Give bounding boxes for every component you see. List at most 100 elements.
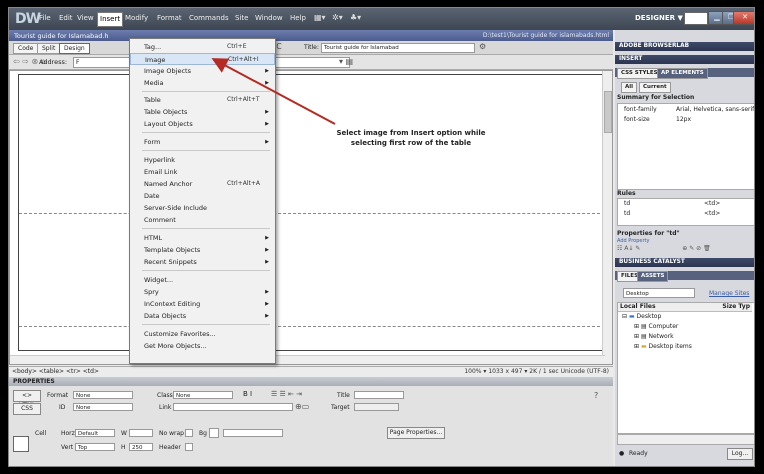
menu-item-incontext-editing[interactable]: InContext Editing ▶ [130,298,275,310]
menu-commands[interactable]: Commands [189,14,229,22]
bg-color-input[interactable] [223,429,283,437]
tab-all[interactable]: All [621,82,638,93]
business-catalyst-header[interactable]: BUSINESS CATALYST [615,258,754,267]
menu-item-widget[interactable]: Widget... [130,274,275,286]
design-canvas[interactable]: Select image from Insert option while se… [9,70,613,365]
manage-sites-link[interactable]: Manage Sites [709,290,749,297]
link-input[interactable] [173,403,293,411]
menu-item-image-objects[interactable]: Image Objects ▶ [130,65,275,77]
menu-window[interactable]: Window [255,14,283,22]
insert-header[interactable]: INSERT [615,55,754,64]
log-button[interactable]: Log... [727,448,753,460]
menu-view[interactable]: View [77,14,94,22]
scroll-thumb[interactable] [604,91,612,133]
tag-selector[interactable]: <body> <table> <tr> <td> [12,368,99,375]
rule-row[interactable]: td <td> [624,200,754,207]
html-button[interactable]: <> HTML [13,390,41,409]
tree-item-computer[interactable]: ⊞ ▤ Computer [634,323,754,330]
id-select[interactable]: None [73,403,133,411]
menu-help[interactable]: Help [290,14,306,22]
page-properties-button[interactable]: Page Properties... [387,427,445,439]
menu-site[interactable]: Site [235,14,248,22]
rule-row[interactable]: td <td> [624,210,754,217]
design-view-button[interactable]: Design [59,43,90,54]
css-button[interactable]: CSS [13,403,41,415]
menu-item-hyperlink[interactable]: Hyperlink [130,154,275,166]
extend-icon[interactable]: ✲▾ [332,13,343,22]
summary-row[interactable]: font-size 12px [624,116,754,123]
menu-item-image[interactable]: Image Ctrl+Alt+I [130,53,275,65]
code-view-button[interactable]: Code [13,43,39,54]
menu-item-get-more-objects[interactable]: Get More Objects... [130,340,275,352]
title-input[interactable]: Tourist guide for Islamabad [321,43,475,53]
header-checkbox[interactable] [185,443,193,451]
split-view-button[interactable]: Split [37,43,61,54]
tab-ap-elements[interactable]: AP ELEMENTS [657,68,708,79]
menu-item-data-objects[interactable]: Data Objects ▶ [130,310,275,322]
menu-format[interactable]: Format [157,14,182,22]
validate-icon[interactable]: ⚙ [479,42,486,51]
menu-item-media[interactable]: Media ▶ [130,77,275,89]
menu-item-tag[interactable]: Tag... Ctrl+E [130,41,275,53]
document-tab[interactable]: Tourist guide for Islamabad.h D:\test1\T… [9,30,613,41]
nowrap-checkbox[interactable] [185,429,193,437]
tab-current[interactable]: Current [639,82,671,93]
height-input[interactable]: 250 [129,443,153,451]
menu-item-layout-objects[interactable]: Layout Objects ▶ [130,118,275,130]
status-ok-icon: ● [619,450,625,457]
close-button[interactable]: ✕ [733,11,754,25]
menu-item-label: Hyperlink [144,156,176,164]
menu-item-label: Template Objects [144,246,201,254]
menu-item-form[interactable]: Form ▶ [130,136,275,148]
menu-insert[interactable]: Insert [97,12,124,27]
list-icon[interactable]: ☰ ☰ ⇤ ⇥ [271,390,302,398]
bold-italic-icon[interactable]: B I [243,390,252,398]
tree-item-desktop-items[interactable]: ⊞ ▬ Desktop items [634,343,754,350]
site-icon[interactable]: ♣▾ [350,13,361,22]
horz-select[interactable]: Default [75,429,115,437]
tree-item-desktop[interactable]: ⊟ ▬ Desktop [622,313,754,320]
browse-folder-icon[interactable]: ⊕▭ [295,402,309,411]
menu-item-date[interactable]: Date [130,190,275,202]
title-label: Title: [304,44,319,51]
vertical-scrollbar[interactable] [602,71,612,364]
menu-file[interactable]: File [39,14,51,22]
menu-item-comment[interactable]: Comment [130,214,275,226]
menu-item-table-objects[interactable]: Table Objects ▶ [130,106,275,118]
menu-item-recent-snippets[interactable]: Recent Snippets ▶ [130,256,275,268]
address-dropdown-icon[interactable]: ▾ ▤ [339,57,353,66]
layout-icon[interactable]: ▦▾ [314,13,326,22]
files-hscrollbar[interactable] [617,434,754,445]
menu-item-template-objects[interactable]: Template Objects ▶ [130,244,275,256]
workspace-switcher[interactable]: DESIGNER ▼ [632,12,686,24]
menu-item-named-anchor[interactable]: Named Anchor Ctrl+Alt+A [130,178,275,190]
menu-item-html[interactable]: HTML ▶ [130,232,275,244]
browserlab-header[interactable]: ADOBE BROWSERLAB [615,42,754,51]
site-select[interactable]: Desktop [623,288,695,298]
menu-item-spry[interactable]: Spry ▶ [130,286,275,298]
bg-color-swatch[interactable] [209,428,219,438]
horizontal-scrollbar[interactable] [10,355,605,364]
menu-edit[interactable]: Edit [59,14,73,22]
properties-header[interactable]: PROPERTIES [9,377,613,386]
target-select[interactable] [354,403,399,411]
menu-item-table[interactable]: Table Ctrl+Alt+T [130,94,275,106]
tree-item-network[interactable]: ⊞ ▤ Network [634,333,754,340]
title-prop-input[interactable] [354,391,404,399]
width-input[interactable] [129,429,153,437]
menu-item-label: InContext Editing [144,300,201,308]
summary-row[interactable]: font-family Arial, Helvetica, sans-serif [624,106,754,113]
menu-modify[interactable]: Modify [125,14,148,22]
menu-item-server-side-include[interactable]: Server-Side Include [130,202,275,214]
format-select[interactable]: None [73,391,133,399]
help-icon[interactable]: ? [594,391,598,400]
add-property-link[interactable]: Add Property [617,238,753,244]
menu-item-email-link[interactable]: Email Link [130,166,275,178]
search-input[interactable] [684,12,708,25]
class-select[interactable]: None [173,391,233,399]
tab-assets[interactable]: ASSETS [637,271,669,282]
menu-item-customize-favorites[interactable]: Customize Favorites... [130,328,275,340]
vert-select[interactable]: Top [75,443,115,451]
tab-css-styles[interactable]: CSS STYLES [617,68,662,79]
css-panel-tools-icon[interactable]: ☷ A↓ ✎ ⊕ ✎ ⊘ 🗑 [617,245,753,252]
